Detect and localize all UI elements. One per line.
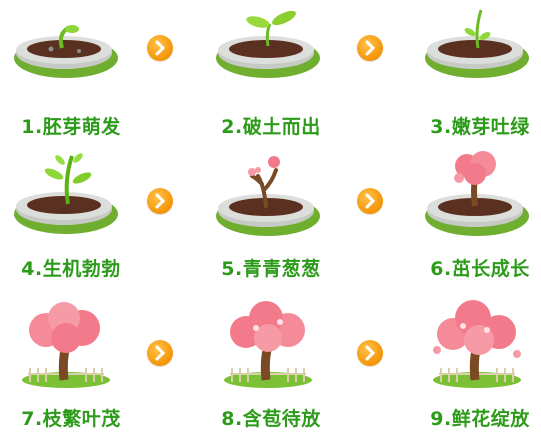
stage-9-card: 9.鲜花绽放 (415, 300, 541, 440)
tall-sprout-pot-icon (425, 9, 529, 78)
leafy-sprout-pot-icon (14, 153, 118, 234)
stage-3-card: 3.嫩芽吐绿 (415, 8, 541, 148)
sapling-heart-buds-pot-icon (216, 156, 320, 236)
stage-4-card: 4.生机勃勃 (6, 150, 136, 290)
stage-5-label: 5.青青葱葱 (221, 258, 321, 280)
next-arrow-icon (147, 340, 173, 366)
next-arrow-icon (147, 188, 173, 214)
stage-2-card: 2.破土而出 (206, 8, 336, 148)
next-arrow-icon (147, 35, 173, 61)
stage-6-label: 6.茁长成长 (430, 258, 530, 280)
stage-7-card: 7.枝繁叶茂 (6, 300, 136, 440)
stage-9-label: 9.鲜花绽放 (430, 408, 530, 430)
next-arrow-icon (357, 35, 383, 61)
heart-tree-fence-icon (22, 302, 110, 388)
stage-2-label: 2.破土而出 (221, 116, 321, 138)
next-arrow-icon (357, 188, 383, 214)
stage-5-card: 5.青青葱葱 (206, 150, 336, 290)
blooming-heart-tree-fence-icon (433, 300, 521, 388)
stage-8-card: 8.含苞待放 (206, 300, 336, 440)
budding-heart-tree-fence-icon (224, 301, 312, 388)
stage-6-card: 6.茁长成长 (415, 150, 541, 290)
stage-3-label: 3.嫩芽吐绿 (430, 116, 530, 138)
stage-7-label: 7.枝繁叶茂 (21, 408, 121, 430)
stage-8-label: 8.含苞待放 (221, 408, 321, 430)
stage-1-label: 1.胚芽萌发 (21, 116, 121, 138)
growth-stages-board: 1.胚芽萌发 2.破土而出 3.嫩芽吐绿 4.生机勃勃 5.青青葱葱 6.茁长成… (0, 0, 541, 440)
next-arrow-icon (357, 340, 383, 366)
stage-4-label: 4.生机勃勃 (21, 258, 121, 280)
young-heart-tree-pot-icon (425, 151, 529, 236)
two-leaf-seedling-pot-icon (216, 10, 320, 78)
stage-1-card: 1.胚芽萌发 (6, 8, 136, 148)
sprouting-seed-pot-icon (14, 25, 118, 78)
